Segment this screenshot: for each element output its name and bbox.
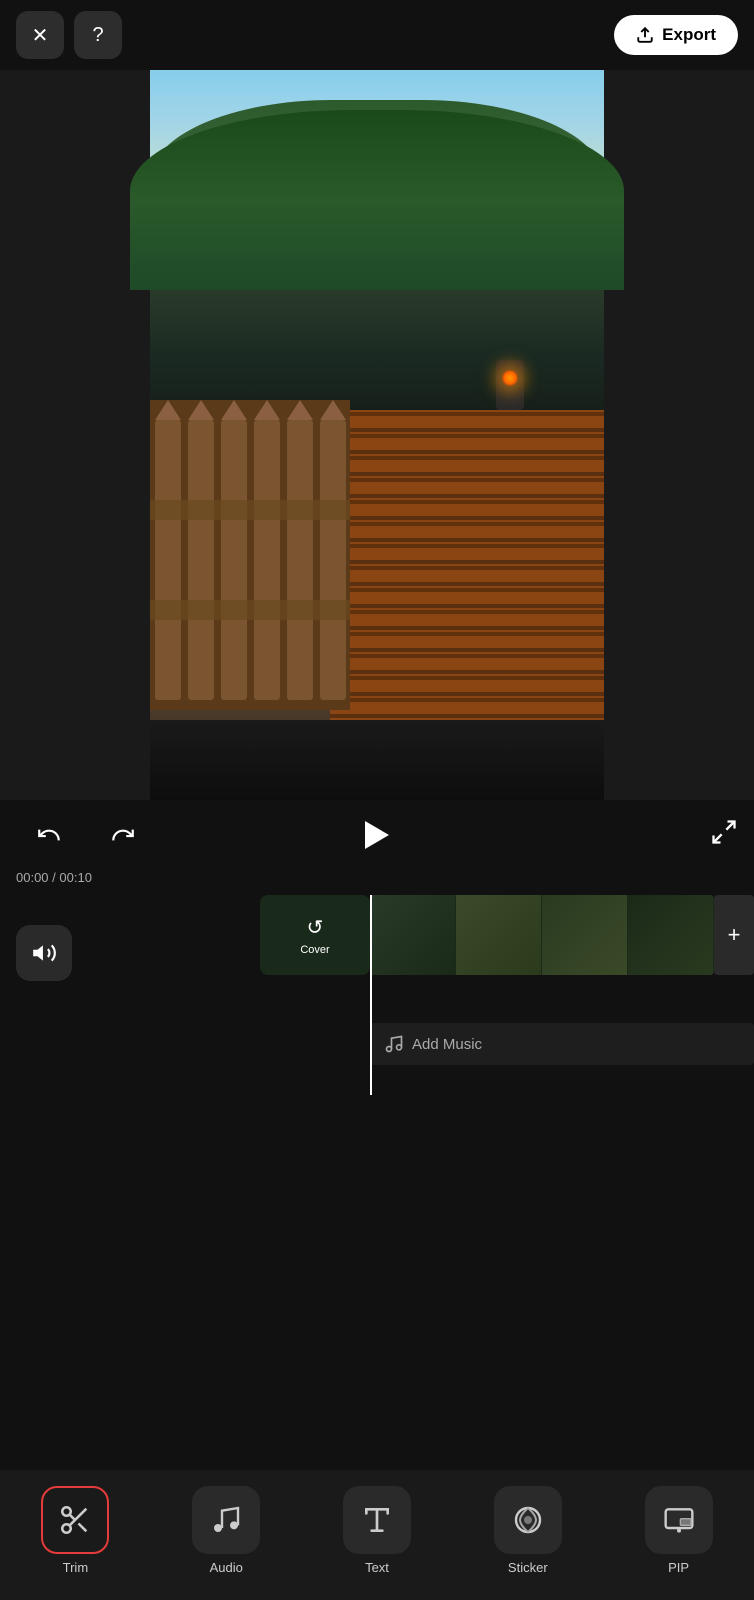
speaker-icon xyxy=(31,940,57,966)
pip-icon-wrap xyxy=(645,1486,713,1554)
playback-controls xyxy=(0,800,754,870)
close-button[interactable]: ✕ xyxy=(16,11,64,59)
tool-pip[interactable]: PIP xyxy=(603,1486,754,1575)
audio-label: Audio xyxy=(210,1560,243,1575)
add-segment-icon: + xyxy=(728,922,741,948)
music-icon xyxy=(210,1504,242,1536)
tool-audio[interactable]: Audio xyxy=(151,1486,302,1575)
pip-icon xyxy=(663,1504,695,1536)
music-note-icon xyxy=(384,1034,404,1054)
video-segment-1 xyxy=(370,895,456,975)
add-segment-button[interactable]: + xyxy=(714,895,754,975)
center-space xyxy=(0,1095,754,1470)
scene-lantern xyxy=(496,360,524,410)
tool-sticker[interactable]: Sticker xyxy=(452,1486,603,1575)
timeline-playhead xyxy=(370,895,372,1095)
trim-icon-wrap xyxy=(41,1486,109,1554)
add-music-button[interactable]: Add Music xyxy=(370,1023,754,1065)
top-bar: ✕ ? Export xyxy=(0,0,754,70)
video-preview xyxy=(0,70,754,800)
bottom-toolbar: Trim Audio Text xyxy=(0,1470,754,1600)
export-icon xyxy=(636,26,654,44)
fullscreen-button[interactable] xyxy=(710,818,738,852)
text-icon-wrap xyxy=(343,1486,411,1554)
sticker-icon xyxy=(512,1504,544,1536)
undo-redo-area xyxy=(16,814,156,856)
play-button[interactable] xyxy=(335,813,419,857)
text-icon xyxy=(361,1504,393,1536)
trim-label: Trim xyxy=(63,1560,89,1575)
scene-trees xyxy=(150,100,604,300)
scene-fence-svg xyxy=(150,400,350,710)
tool-text[interactable]: Text xyxy=(302,1486,453,1575)
audio-icon-wrap xyxy=(192,1486,260,1554)
scene-wall xyxy=(330,410,604,720)
sticker-label: Sticker xyxy=(508,1560,548,1575)
time-sep: / xyxy=(49,870,60,885)
video-segment-2 xyxy=(456,895,542,975)
time-display: 00:00 / 00:10 xyxy=(16,870,92,885)
pip-label: PIP xyxy=(668,1560,689,1575)
cover-label: Cover xyxy=(300,944,329,956)
scene-ground xyxy=(150,720,604,800)
total-time: 00:10 xyxy=(59,870,92,885)
video-strip[interactable] xyxy=(370,895,714,975)
cover-icon: ↺ xyxy=(307,915,324,940)
cover-thumbnail[interactable]: ↺ Cover xyxy=(260,895,370,975)
redo-button[interactable] xyxy=(90,814,156,856)
scissors-icon xyxy=(58,1503,92,1537)
tool-trim[interactable]: Trim xyxy=(0,1486,151,1575)
export-button[interactable]: Export xyxy=(614,15,738,55)
timeline-area: 00:00 · 00:02 · ↺ Cover + Add Mus xyxy=(0,895,754,1095)
help-button[interactable]: ? xyxy=(74,11,122,59)
sticker-icon-wrap xyxy=(494,1486,562,1554)
fullscreen-icon xyxy=(710,818,738,846)
video-segment-4 xyxy=(628,895,714,975)
add-music-label: Add Music xyxy=(412,1036,482,1053)
undo-icon xyxy=(36,822,62,848)
video-segment-3 xyxy=(542,895,628,975)
current-time: 00:00 xyxy=(16,870,49,885)
play-triangle-icon xyxy=(365,821,389,849)
undo-button[interactable] xyxy=(16,814,82,856)
top-left-buttons: ✕ ? xyxy=(16,11,122,59)
redo-icon xyxy=(110,822,136,848)
text-label: Text xyxy=(365,1560,389,1575)
video-frame xyxy=(150,70,604,800)
audio-button[interactable] xyxy=(16,925,72,981)
